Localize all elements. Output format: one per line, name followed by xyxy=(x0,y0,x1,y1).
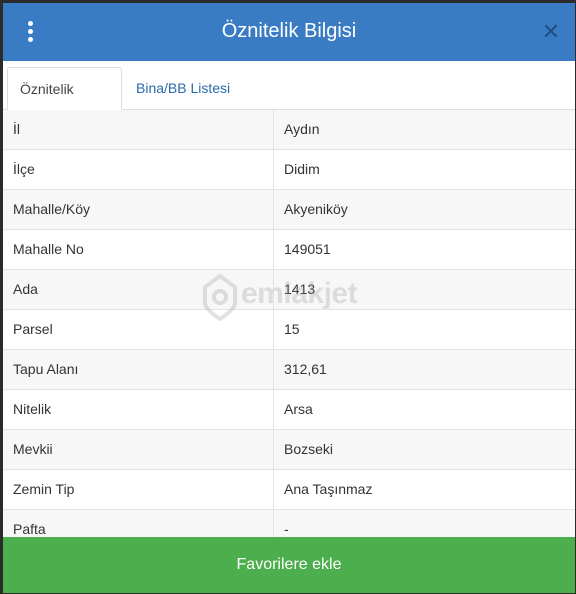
table-row: Zemin Tip Ana Taşınmaz xyxy=(3,470,575,510)
column-divider xyxy=(273,150,274,189)
column-divider xyxy=(273,230,274,269)
column-divider xyxy=(273,430,274,469)
attribute-key: Mevkii xyxy=(13,441,53,457)
attribute-value: 312,61 xyxy=(284,361,327,377)
table-row: İl Aydın xyxy=(3,110,575,150)
table-row: Mahalle/Köy Akyeniköy xyxy=(3,190,575,230)
table-row: İlçe Didim xyxy=(3,150,575,190)
attribute-value: Ana Taşınmaz xyxy=(284,481,373,497)
attribute-table: İl Aydın İlçe Didim Mahalle/Köy Akyenikö… xyxy=(3,110,575,550)
attribute-key: Mahalle/Köy xyxy=(13,201,91,217)
attribute-value: Bozseki xyxy=(284,441,334,457)
column-divider xyxy=(273,470,274,509)
attribute-key: Tapu Alanı xyxy=(13,361,79,377)
attribute-key: Parsel xyxy=(13,321,53,337)
column-divider xyxy=(273,390,274,429)
attribute-key: Ada xyxy=(13,281,38,297)
column-divider xyxy=(273,270,274,309)
dialog-title: Öznitelik Bilgisi xyxy=(221,20,357,42)
column-divider xyxy=(273,110,274,149)
table-row: Mahalle No 149051 xyxy=(3,230,575,270)
attribute-info-dialog: Öznitelik Bilgisi ✕ Öznitelik Bilgisi Bi… xyxy=(3,3,575,593)
attribute-value: Akyeniköy xyxy=(284,201,348,217)
tab-bar: Öznitelik Bilgisi Bina/BB Listesi xyxy=(3,63,575,139)
dialog-header: Öznitelik Bilgisi ✕ xyxy=(3,3,575,61)
add-to-favorites-button[interactable]: Favorilere ekle xyxy=(3,537,575,593)
attribute-value: 1413 xyxy=(284,281,316,297)
table-row: Parsel 15 xyxy=(3,310,575,350)
attribute-value: Aydın xyxy=(284,121,320,137)
attribute-key: Mahalle No xyxy=(13,241,84,257)
tab-attribute-info[interactable]: Öznitelik Bilgisi xyxy=(7,67,122,139)
attribute-key: İl xyxy=(13,121,20,137)
attribute-key: Nitelik xyxy=(13,401,52,417)
attribute-key: Zemin Tip xyxy=(13,481,75,497)
attribute-key: İlçe xyxy=(13,161,35,177)
screen-background: Öznitelik Bilgisi ✕ Öznitelik Bilgisi Bi… xyxy=(0,0,576,594)
table-row: Tapu Alanı 312,61 xyxy=(3,350,575,390)
table-row: Ada 1413 xyxy=(3,270,575,310)
close-icon[interactable]: ✕ xyxy=(539,17,563,47)
table-row: Mevkii Bozseki xyxy=(3,430,575,470)
attribute-value: Didim xyxy=(284,161,320,177)
attribute-value: Arsa xyxy=(284,401,313,417)
attribute-value: 15 xyxy=(284,321,300,337)
table-row: Nitelik Arsa xyxy=(3,390,575,430)
column-divider xyxy=(273,190,274,229)
column-divider xyxy=(273,350,274,389)
column-divider xyxy=(273,310,274,349)
tab-building-list[interactable]: Bina/BB Listesi xyxy=(124,67,242,109)
attribute-value: 149051 xyxy=(284,241,331,257)
